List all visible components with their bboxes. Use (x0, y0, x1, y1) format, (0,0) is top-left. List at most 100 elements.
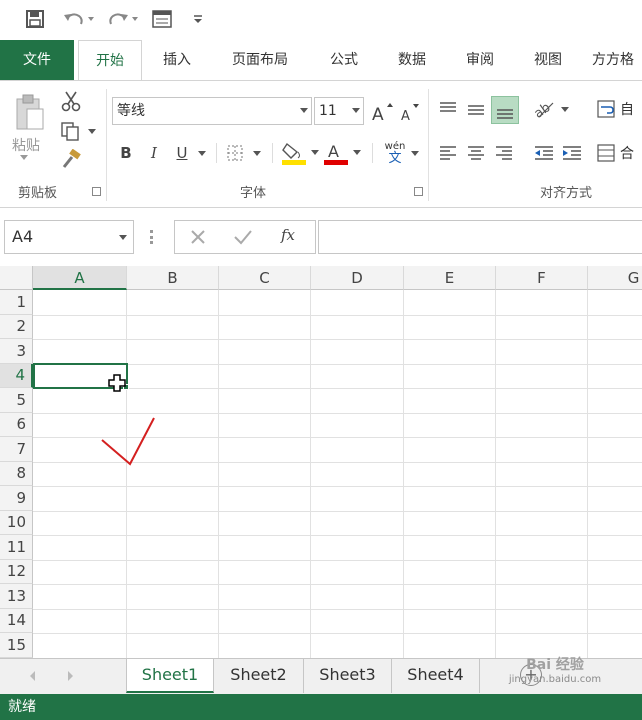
ribbon-tabs: 文件 开始 插入 页面布局 公式 数据 审阅 视图 方方格 (0, 40, 642, 81)
row-header-7[interactable]: 7 (0, 437, 33, 462)
watermark-logo-mark: Bai 经验 (526, 657, 584, 673)
row-header-5[interactable]: 5 (0, 388, 33, 413)
fill-color-icon[interactable] (280, 139, 322, 167)
increase-indent-icon[interactable] (560, 141, 584, 165)
enter-icon[interactable] (233, 228, 253, 250)
row-header-11[interactable]: 11 (0, 535, 33, 560)
row-gridline (33, 510, 642, 512)
phonetic-dropdown-icon[interactable] (411, 151, 419, 156)
align-center-icon[interactable] (464, 141, 488, 165)
redo-icon[interactable] (104, 6, 140, 32)
font-name-value: 等线 (117, 103, 145, 119)
phonetic-guide-button[interactable]: wén 文 (380, 137, 410, 169)
row-header-2[interactable]: 2 (0, 314, 33, 339)
paste-label[interactable]: 粘贴 (12, 135, 40, 155)
column-header-e[interactable]: E (404, 266, 496, 290)
decrease-font-icon[interactable]: A (398, 99, 422, 125)
italic-button[interactable]: I (144, 141, 164, 165)
quick-access-toolbar (0, 0, 642, 38)
font-color-icon[interactable]: A (322, 139, 364, 167)
format-painter-icon[interactable] (58, 147, 84, 171)
paste-dropdown-icon[interactable] (20, 155, 28, 160)
column-header-g[interactable]: G (588, 266, 642, 290)
orientation-icon[interactable]: ab (530, 95, 570, 123)
align-right-icon[interactable] (492, 141, 516, 165)
tab-home[interactable]: 开始 (78, 40, 142, 81)
wrap-text-button[interactable]: 自 (596, 97, 642, 121)
svg-text:A: A (328, 142, 339, 161)
form-icon[interactable] (150, 6, 174, 32)
save-icon[interactable] (22, 6, 48, 32)
undo-icon[interactable] (60, 6, 96, 32)
select-all-corner[interactable] (0, 266, 33, 290)
tab-formulas[interactable]: 公式 (316, 40, 372, 80)
decrease-indent-icon[interactable] (532, 141, 556, 165)
row-header-6[interactable]: 6 (0, 412, 33, 437)
column-header-d[interactable]: D (311, 266, 404, 290)
phonetic-bottom: 文 (388, 150, 402, 166)
row-header-10[interactable]: 10 (0, 510, 33, 535)
font-size-select[interactable]: 11 (314, 97, 364, 125)
align-top-icon[interactable] (436, 97, 460, 121)
row-gridline (33, 559, 642, 561)
svg-text:A: A (372, 105, 384, 123)
column-gridline (310, 290, 311, 658)
align-bottom-icon[interactable] (491, 96, 519, 124)
svg-text:ab: ab (532, 100, 554, 121)
clipboard-launcher-icon[interactable] (92, 187, 101, 196)
font-group-label: 字体 (240, 186, 267, 201)
cancel-icon[interactable] (189, 228, 207, 250)
borders-icon[interactable] (224, 141, 264, 165)
column-header-f[interactable]: F (496, 266, 588, 290)
merge-center-label: 合 (620, 146, 634, 162)
cut-icon[interactable] (58, 89, 84, 113)
group-divider (428, 89, 429, 201)
tab-insert[interactable]: 插入 (148, 40, 206, 80)
divider (372, 143, 373, 163)
clipboard-icon[interactable] (10, 91, 50, 135)
sheet-tab-sheet1[interactable]: Sheet1 (126, 659, 214, 693)
row-header-1[interactable]: 1 (0, 290, 33, 315)
column-header-c[interactable]: C (219, 266, 311, 290)
tab-data[interactable]: 数据 (384, 40, 440, 80)
formula-input[interactable] (318, 220, 642, 254)
font-name-select[interactable]: 等线 (112, 97, 312, 125)
name-box[interactable]: A4 (4, 220, 134, 254)
group-divider (106, 89, 107, 201)
merge-center-button[interactable]: 合 (596, 141, 642, 165)
insert-function-button[interactable]: fx (281, 226, 295, 244)
scroll-right-icon[interactable] (68, 671, 73, 681)
row-header-3[interactable]: 3 (0, 339, 33, 364)
align-middle-icon[interactable] (464, 97, 488, 121)
underline-button[interactable]: U (172, 141, 192, 165)
sheet-tab-sheet2[interactable]: Sheet2 (214, 659, 304, 693)
column-header-b[interactable]: B (127, 266, 219, 290)
copy-icon[interactable] (58, 119, 98, 143)
font-launcher-icon[interactable] (414, 187, 423, 196)
customize-icon[interactable] (190, 6, 206, 32)
row-header-12[interactable]: 12 (0, 559, 33, 584)
row-header-9[interactable]: 9 (0, 486, 33, 511)
tab-view[interactable]: 视图 (520, 40, 576, 80)
row-header-4[interactable]: 4 (0, 363, 33, 388)
row-header-8[interactable]: 8 (0, 461, 33, 486)
sheet-tab-sheet3[interactable]: Sheet3 (304, 659, 392, 693)
column-header-a[interactable]: A (33, 266, 127, 290)
increase-font-icon[interactable]: A (370, 99, 394, 125)
column-gridline (587, 290, 588, 658)
underline-dropdown-icon[interactable] (198, 151, 206, 156)
formula-bar-grip-icon[interactable] (150, 230, 153, 244)
align-left-icon[interactable] (436, 141, 460, 165)
tab-fangfangge[interactable]: 方方格 (592, 40, 642, 80)
bold-button[interactable]: B (116, 141, 136, 165)
scroll-left-icon[interactable] (30, 671, 35, 681)
tab-review[interactable]: 审阅 (452, 40, 508, 80)
cell-cursor-icon (108, 374, 126, 396)
tab-file[interactable]: 文件 (0, 40, 74, 80)
tab-page-layout[interactable]: 页面布局 (220, 40, 300, 80)
row-header-14[interactable]: 14 (0, 608, 33, 633)
row-header-13[interactable]: 13 (0, 584, 33, 609)
watermark-logo: Bai 经验 jingyan.baidu.com (490, 650, 620, 700)
row-header-15[interactable]: 15 (0, 633, 33, 658)
sheet-tab-sheet4[interactable]: Sheet4 (392, 659, 480, 693)
